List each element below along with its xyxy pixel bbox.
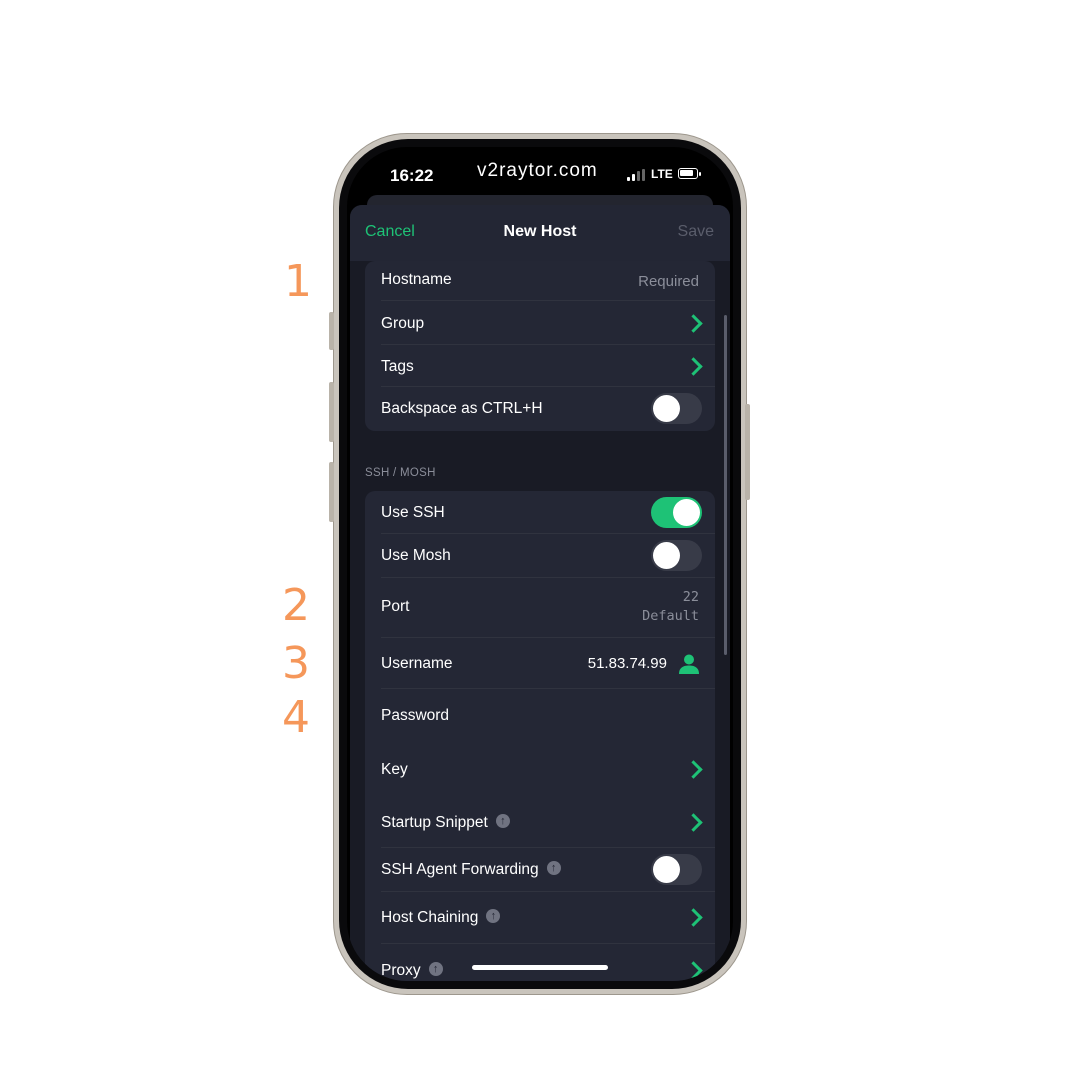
chevron-right-icon: [684, 760, 703, 779]
startup-snippet-text: Startup Snippet: [381, 814, 488, 831]
status-time: 16:22: [390, 166, 434, 185]
use-mosh-toggle[interactable]: [651, 540, 702, 571]
use-ssh-label: Use SSH: [381, 504, 445, 521]
password-label: Password: [381, 707, 450, 724]
home-indicator[interactable]: [472, 965, 608, 970]
annotation-number-1: 1: [284, 256, 312, 307]
chevron-right-icon: [684, 813, 703, 832]
port-hint: Default: [642, 608, 699, 624]
phone-screen: 16:22 v2raytor.com LTE Cancel New Host S…: [347, 147, 733, 981]
tags-label: Tags: [381, 358, 414, 375]
use-mosh-label: Use Mosh: [381, 547, 451, 564]
key-label: Key: [381, 761, 408, 778]
port-label: Port: [381, 598, 410, 615]
volume-up-button: [329, 382, 334, 442]
username-value[interactable]: 51.83.74.99: [588, 655, 667, 672]
proxy-label: Proxy ↑: [381, 961, 443, 980]
port-value: 22: [682, 589, 699, 605]
host-chaining-label: Host Chaining ↑: [381, 908, 501, 927]
battery-icon: [678, 168, 701, 179]
upgrade-info-icon: ↑: [546, 860, 561, 875]
startup-snippet-row[interactable]: Startup Snippet ↑: [365, 796, 715, 848]
use-mosh-row: Use Mosh: [365, 534, 715, 578]
navigation-bar: Cancel New Host Save: [350, 205, 730, 261]
group-row[interactable]: Group: [365, 301, 715, 345]
username-label: Username: [381, 655, 453, 672]
password-row[interactable]: Password: [365, 689, 715, 743]
use-ssh-toggle[interactable]: [651, 497, 702, 528]
general-settings-group: Hostname Required Group Tags Backspace a…: [365, 261, 715, 431]
chevron-right-icon: [684, 314, 703, 333]
proxy-row[interactable]: Proxy ↑: [365, 944, 715, 981]
use-ssh-row: Use SSH: [365, 491, 715, 534]
backspace-label: Backspace as CTRL+H: [381, 400, 543, 417]
hostname-input[interactable]: Required: [638, 273, 699, 290]
host-chaining-row[interactable]: Host Chaining ↑: [365, 892, 715, 944]
agent-forwarding-text: SSH Agent Forwarding: [381, 861, 539, 878]
save-button[interactable]: Save: [678, 223, 714, 241]
power-button: [745, 404, 750, 500]
startup-snippet-label: Startup Snippet ↑: [381, 813, 510, 832]
backspace-toggle[interactable]: [651, 393, 702, 424]
agent-forwarding-toggle[interactable]: [651, 854, 702, 885]
volume-down-button: [329, 462, 334, 522]
chevron-right-icon: [684, 961, 703, 980]
watermark-text: v2raytor.com: [477, 160, 598, 181]
ssh-section-header: SSH / MOSH: [365, 467, 436, 479]
upgrade-info-icon: ↑: [495, 813, 510, 828]
hostname-label: Hostname: [381, 271, 452, 288]
user-icon[interactable]: [678, 653, 700, 675]
agent-forwarding-row: SSH Agent Forwarding ↑: [365, 848, 715, 892]
signal-icon: [627, 169, 645, 181]
upgrade-info-icon: ↑: [486, 908, 501, 923]
username-row[interactable]: Username 51.83.74.99: [365, 638, 715, 689]
group-label: Group: [381, 315, 425, 332]
scrollbar[interactable]: [724, 315, 727, 655]
page-title: New Host: [503, 223, 577, 240]
mute-switch: [329, 312, 334, 350]
tags-row[interactable]: Tags: [365, 345, 715, 387]
annotation-number-4: 4: [282, 692, 310, 743]
network-label: LTE: [651, 167, 673, 181]
proxy-text: Proxy: [381, 962, 421, 979]
port-row[interactable]: Port 22 Default: [365, 578, 715, 638]
chevron-right-icon: [684, 357, 703, 376]
new-host-sheet: Cancel New Host Save Hostname Required G…: [350, 205, 730, 981]
backspace-row: Backspace as CTRL+H: [365, 387, 715, 431]
hostname-row[interactable]: Hostname Required: [365, 261, 715, 301]
annotation-number-3: 3: [282, 638, 310, 689]
annotation-number-2: 2: [282, 580, 310, 631]
agent-forwarding-label: SSH Agent Forwarding ↑: [381, 860, 561, 879]
chevron-right-icon: [684, 908, 703, 927]
key-row[interactable]: Key: [365, 743, 715, 796]
ssh-settings-group: Use SSH Use Mosh Port 22 Default Usernam…: [365, 491, 715, 981]
host-chaining-text: Host Chaining: [381, 909, 479, 926]
port-input[interactable]: 22 Default: [642, 588, 699, 626]
upgrade-info-icon: ↑: [428, 961, 443, 976]
